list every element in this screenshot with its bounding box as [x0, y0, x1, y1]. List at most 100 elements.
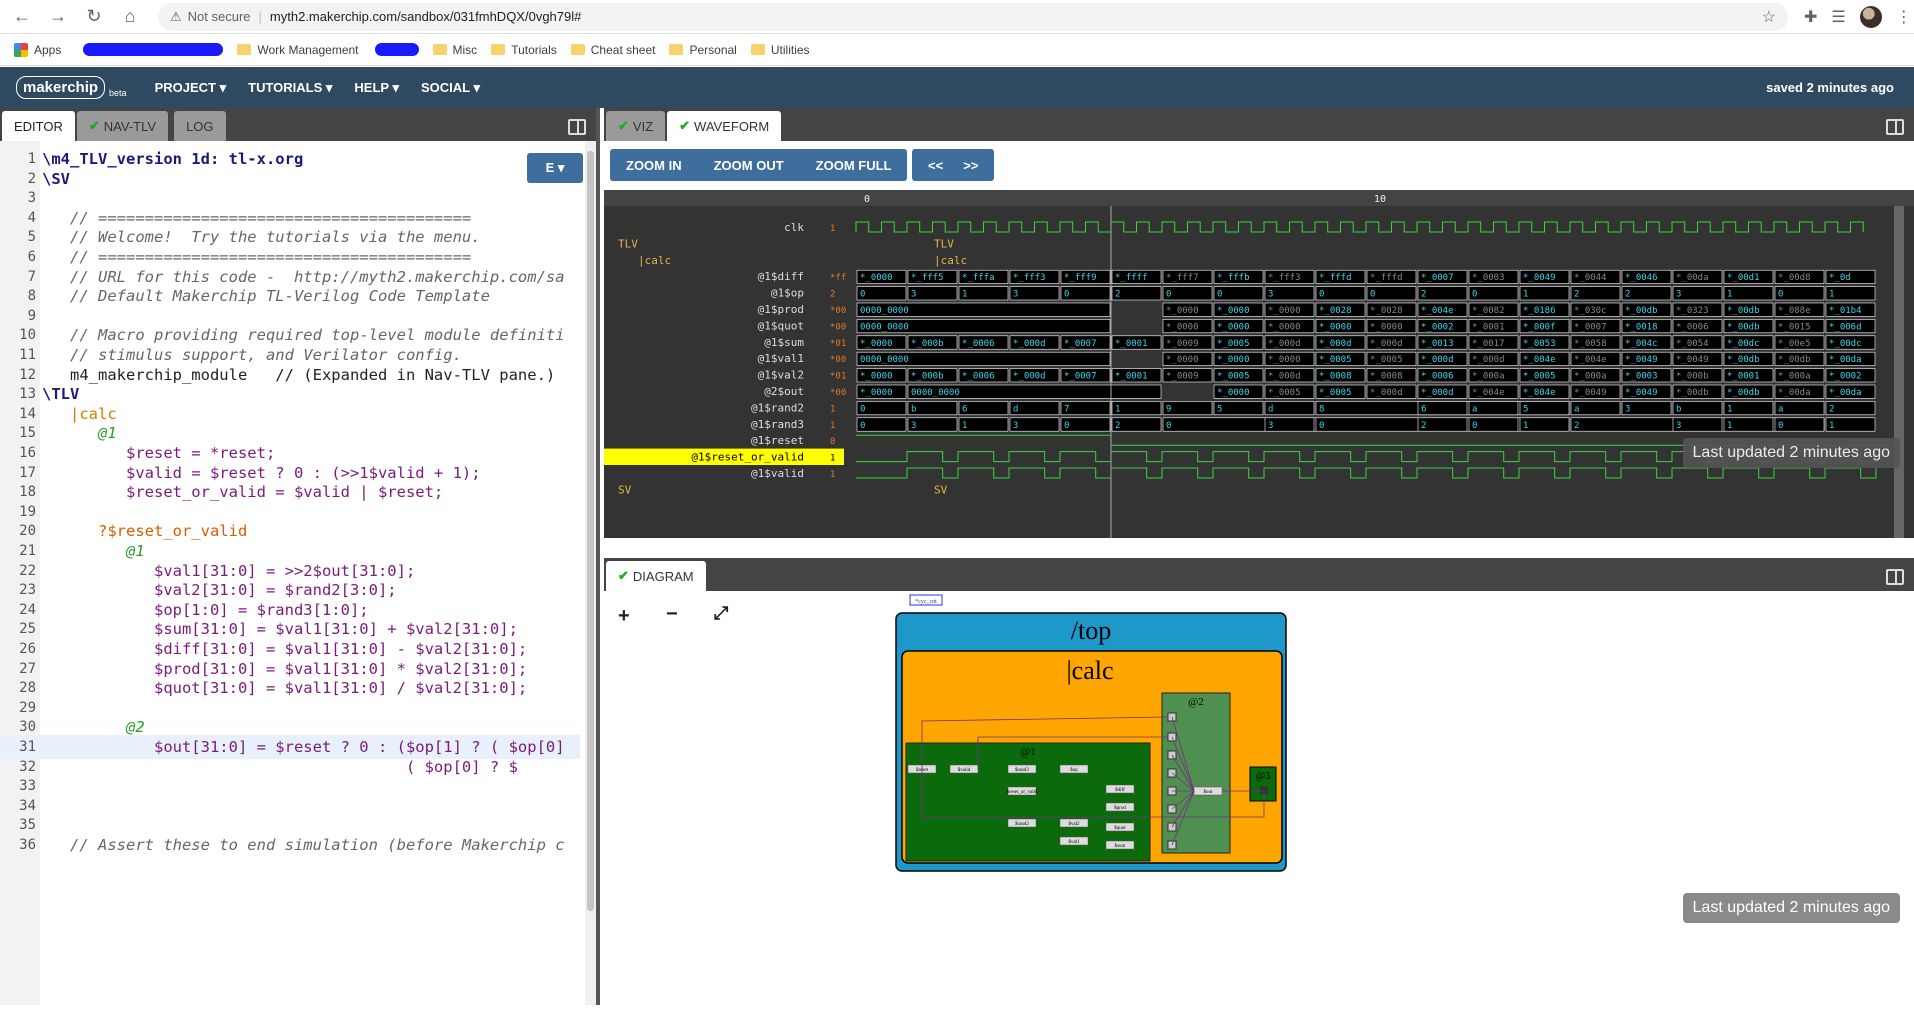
menu-dots-icon[interactable]: ⋮ — [1896, 7, 1912, 27]
bookmark-cheat-sheet[interactable]: Cheat sheet — [570, 43, 655, 57]
ruler-tick-label: 0 — [864, 194, 870, 205]
bus-value-text: *_0000 — [1370, 322, 1403, 332]
check-icon: ✔ — [618, 118, 629, 133]
diagram-node-label: $out — [1204, 790, 1214, 795]
bus-value-text: *_030c — [1574, 306, 1607, 316]
bus-value-text: 2 — [1625, 290, 1630, 300]
waveform-toolbar: ZOOM IN ZOOM OUT ZOOM FULL << >> — [604, 141, 1914, 182]
menu-social[interactable]: SOCIAL ▾ — [421, 80, 480, 96]
bus-value-text: *_000d — [1268, 339, 1301, 349]
home-icon[interactable]: ⌂ — [116, 3, 144, 31]
redacted-bookmark — [83, 43, 224, 56]
bus-value-text: *_000b — [911, 372, 944, 382]
scroll-left-button[interactable]: << — [912, 158, 959, 173]
scope-label-waveform: |calc — [934, 254, 967, 267]
split-pane-icon[interactable] — [1886, 119, 1904, 135]
bus-value-text: 3 — [911, 290, 916, 300]
makerchip-logo[interactable]: makerchip — [16, 76, 106, 99]
tab-log[interactable]: LOG — [174, 111, 226, 141]
split-pane-icon[interactable] — [568, 119, 586, 135]
waveform-viewer[interactable]: 0 10 clk 1 TLV TLV |calc |calc @1$diff *ff *_0000 *… — [604, 190, 1914, 538]
bookmark-personal[interactable]: Personal — [669, 43, 737, 57]
diagram-fit-icon[interactable]: ⤢ — [714, 603, 728, 624]
signal-value: 0 — [830, 437, 835, 447]
bus-value-text: 0 — [1472, 421, 1477, 431]
reload-icon[interactable]: ↻ — [80, 3, 108, 31]
bus-value-text: 6 — [962, 404, 967, 414]
bookmark-utilities[interactable]: Utilities — [750, 43, 810, 57]
bus-value-text: 0 — [1319, 421, 1324, 431]
extensions-icon[interactable]: ✚ — [1804, 7, 1817, 27]
code-line[interactable]: 36 // Assert these to end simulation (be… — [0, 833, 580, 857]
bus-value-text: 1 — [1727, 290, 1732, 300]
bus-value-text: *_00d1 — [1727, 273, 1760, 283]
forward-icon[interactable]: → — [44, 3, 72, 31]
diagram-viewer[interactable]: + − ⤢ *cyc_cnt/top |calc @2 @1 @3 $reset $vali… — [604, 591, 1914, 1005]
tab-viz[interactable]: ✔ VIZ — [606, 111, 666, 141]
bookmark-tutorials[interactable]: Tutorials — [491, 43, 557, 57]
tab-editor[interactable]: EDITOR — [2, 111, 75, 141]
bus-value-text: *_fff3 — [1013, 273, 1046, 283]
bus-value-text: 0 — [1370, 290, 1375, 300]
split-pane-icon[interactable] — [1886, 569, 1904, 585]
viewer-tab-bar: ✔ VIZ ✔ WAVEFORM — [604, 108, 1914, 141]
diagram-node-label: $sum — [1115, 844, 1126, 849]
back-icon[interactable]: ← — [8, 3, 36, 31]
bus-value-text: 3 — [1676, 421, 1681, 431]
bus-value-text: *_00da — [1829, 355, 1862, 365]
tab-waveform[interactable]: ✔ WAVEFORM — [667, 111, 782, 141]
reading-list-icon[interactable]: ☰ — [1831, 7, 1845, 27]
diagram-zoom-in-button[interactable]: + — [618, 605, 630, 628]
bus-value-text: *_000d — [1472, 355, 1505, 365]
menu-tutorials[interactable]: TUTORIALS ▾ — [248, 80, 332, 96]
scroll-right-button[interactable]: >> — [959, 158, 994, 173]
diagram-zoom-out-button[interactable]: − — [666, 603, 678, 626]
tab-nav-tlv[interactable]: ✔ NAV-TLV — [76, 111, 169, 141]
bookmark-apps[interactable]: Apps — [14, 42, 61, 57]
tab-diagram[interactable]: ✔ DIAGRAM — [606, 561, 706, 591]
bus-value-text: *_0049 — [1625, 355, 1658, 365]
diagram-canvas[interactable]: *cyc_cnt/top|calc@2@1@3$reset $valid $rand… — [604, 591, 1914, 1005]
app-header: makerchip beta PROJECT ▾ TUTORIALS ▾ HEL… — [0, 67, 1914, 108]
bookmark-work-management[interactable]: Work Management — [237, 43, 359, 57]
bus-value-text: *_0186 — [1523, 306, 1556, 316]
menu-project[interactable]: PROJECT ▾ — [155, 80, 227, 96]
bus-value-text: *_0049 — [1676, 355, 1709, 365]
editor-scrollbar[interactable] — [585, 141, 596, 1005]
bus-value-text: b — [1676, 404, 1681, 414]
security-label: Not secure — [187, 9, 251, 24]
zoom-in-button[interactable]: ZOOM IN — [610, 158, 698, 173]
signal-value: 1 — [830, 470, 835, 480]
bus-value-text: *_0000 — [1268, 322, 1301, 332]
bus-value-text: *_004e — [1574, 355, 1607, 365]
bus-value-text: *_0046 — [1625, 273, 1658, 283]
bookmark-star-icon[interactable]: ☆ — [1762, 7, 1776, 27]
bus-value-text: *_0007 — [1064, 339, 1097, 349]
zoom-full-button[interactable]: ZOOM FULL — [800, 158, 908, 173]
signal-name: @1$val1 — [758, 352, 804, 365]
bookmark-misc[interactable]: Misc — [432, 43, 477, 57]
avatar[interactable] — [1859, 5, 1882, 28]
bus-value-text: *_000b — [911, 339, 944, 349]
bus-value-text: *_0005 — [1217, 339, 1250, 349]
bus-value-text: *_00dc — [1829, 339, 1862, 349]
bus-value-text: *_004e — [1421, 306, 1454, 316]
folder-icon — [750, 44, 765, 55]
calc-pipeline-label: |calc — [1066, 656, 1113, 685]
zoom-out-button[interactable]: ZOOM OUT — [698, 158, 800, 173]
ruler-tick-label: 10 — [1374, 194, 1386, 205]
bus-value-text: *_01b4 — [1829, 306, 1862, 316]
menu-help[interactable]: HELP ▾ — [354, 80, 399, 96]
signal-name: @1$val2 — [758, 369, 804, 382]
folder-icon — [237, 44, 252, 55]
e-dropdown-button[interactable]: E ▾ — [527, 153, 583, 183]
bus-value-text: *_000f — [1523, 322, 1556, 332]
waveform-canvas[interactable]: 0 10clk 1TLV TLV|calc |calc@1$diff *ff *_0000 *… — [604, 190, 1914, 538]
code-editor[interactable]: 1 \m4_TLV_version 1d: tl-x.org 2 \SV 3 4 // =… — [0, 141, 596, 1005]
bus-value-text: *_0044 — [1574, 273, 1607, 283]
signal-value: 2 — [830, 290, 835, 300]
scrollbar-thumb[interactable] — [587, 151, 594, 911]
address-bar[interactable]: ⚠ Not secure | myth2.makerchip.com/sandb… — [158, 2, 1788, 31]
bus-value-text: 2 — [1574, 421, 1579, 431]
bus-value-text: *_0002 — [1829, 372, 1862, 382]
